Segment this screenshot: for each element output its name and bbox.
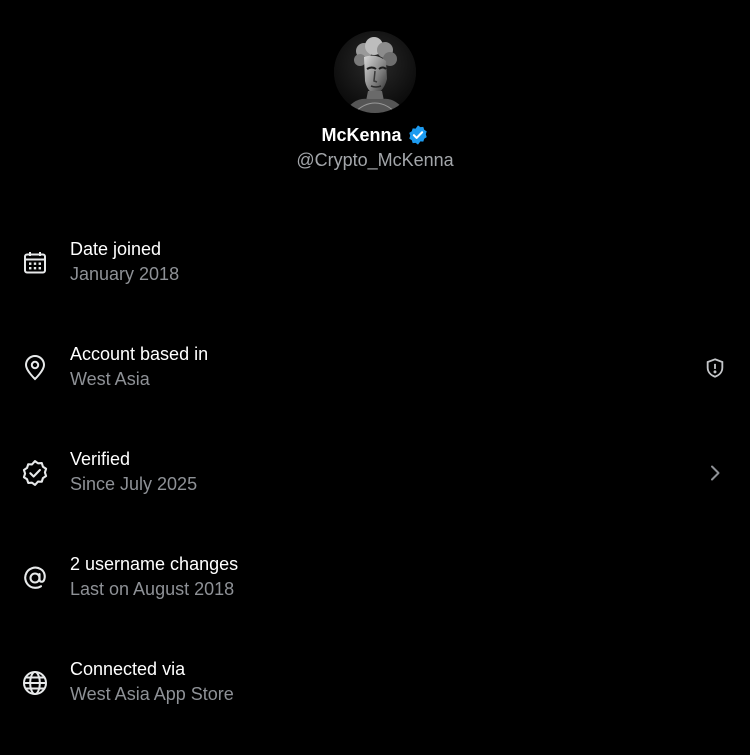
info-row-text: Connected via West Asia App Store bbox=[70, 658, 234, 705]
at-sign-icon bbox=[20, 563, 50, 593]
info-row-title: Connected via bbox=[70, 659, 186, 679]
avatar[interactable] bbox=[334, 31, 416, 113]
verified-check-icon bbox=[20, 458, 50, 488]
info-row-text: Verified Since July 2025 bbox=[70, 448, 197, 495]
verified-badge-icon[interactable] bbox=[407, 124, 429, 146]
info-row-username-changes: 2 username changes Last on August 2018 bbox=[0, 525, 750, 630]
info-row-title: Account based in bbox=[70, 344, 209, 364]
info-row-text: Date joined January 2018 bbox=[70, 238, 179, 285]
globe-icon bbox=[20, 668, 50, 698]
info-row-subtitle: West Asia bbox=[70, 369, 150, 389]
account-info-list: Date joined January 2018 Account based i… bbox=[0, 210, 750, 735]
info-row-subtitle: January 2018 bbox=[70, 264, 180, 284]
info-row-date-joined: Date joined January 2018 bbox=[0, 210, 750, 315]
info-row-connected-via: Connected via West Asia App Store bbox=[0, 630, 750, 735]
info-row-subtitle: Since July 2025 bbox=[70, 474, 198, 494]
info-row-account-based-in[interactable]: Account based in West Asia bbox=[0, 315, 750, 420]
info-row-title: Date joined bbox=[70, 239, 162, 259]
chevron-right-icon[interactable] bbox=[702, 460, 728, 486]
info-row-subtitle: Last on August 2018 bbox=[70, 579, 235, 599]
name-row: McKenna bbox=[321, 124, 428, 146]
display-name: McKenna bbox=[321, 124, 402, 145]
info-row-verified[interactable]: Verified Since July 2025 bbox=[0, 420, 750, 525]
info-row-text: Account based in West Asia bbox=[70, 343, 208, 390]
info-row-title: Verified bbox=[70, 449, 131, 469]
profile-header: McKenna @Crypto_McKenna bbox=[0, 0, 750, 171]
info-row-subtitle: West Asia App Store bbox=[70, 684, 234, 704]
about-account-page: McKenna @Crypto_McKenna Date joined Janu… bbox=[0, 0, 750, 755]
shield-alert-icon[interactable] bbox=[702, 355, 728, 381]
info-row-title: 2 username changes bbox=[70, 554, 239, 574]
calendar-icon bbox=[20, 248, 50, 278]
info-row-text: 2 username changes Last on August 2018 bbox=[70, 553, 238, 600]
avatar-image bbox=[334, 31, 416, 113]
handle: @Crypto_McKenna bbox=[296, 150, 454, 170]
location-pin-icon bbox=[20, 353, 50, 383]
